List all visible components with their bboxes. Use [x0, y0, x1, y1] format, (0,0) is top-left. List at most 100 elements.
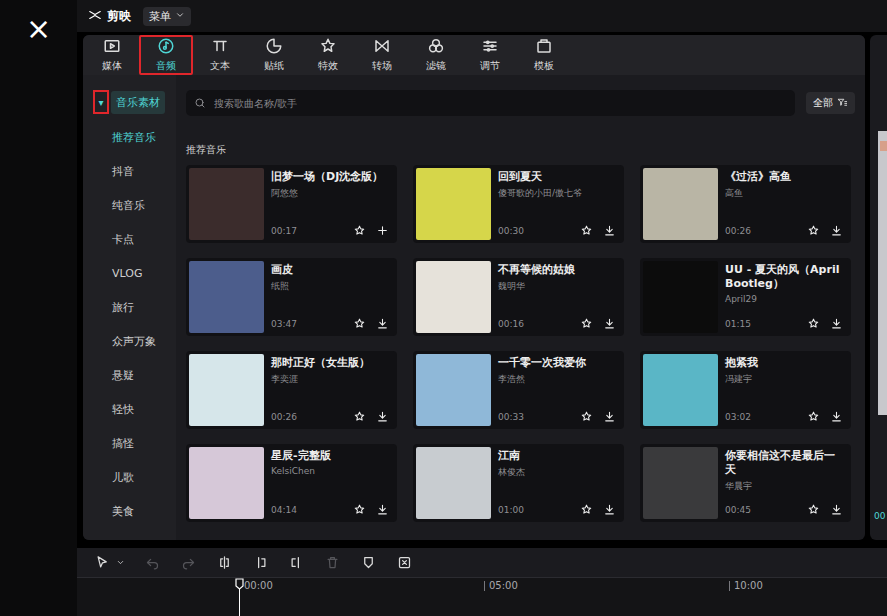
star-icon[interactable] — [805, 501, 822, 518]
delete-icon[interactable] — [323, 554, 341, 572]
download-icon[interactable] — [374, 315, 391, 332]
song-info: 画皮纸照03:47 — [271, 261, 394, 333]
sidebar-item[interactable]: 纯音乐 — [83, 188, 176, 222]
sidebar-item[interactable]: 搞怪 — [83, 426, 176, 460]
sidebar-item-label: 旅行 — [112, 300, 134, 315]
album-cover — [189, 261, 264, 333]
star-icon[interactable] — [351, 501, 368, 518]
download-icon[interactable] — [601, 501, 618, 518]
star-icon[interactable] — [351, 315, 368, 332]
section-title: 推荐音乐 — [186, 143, 855, 157]
song-duration: 00:17 — [271, 226, 345, 236]
song-artist: 李浩然 — [498, 373, 618, 386]
select-icon[interactable] — [93, 554, 111, 572]
song-card[interactable]: 星辰-完整版KelsiChen04:14 — [186, 444, 397, 522]
sidebar-item[interactable]: 推荐音乐 — [83, 120, 176, 154]
search-input[interactable] — [212, 97, 787, 110]
tool-tab[interactable]: 音频 — [139, 35, 193, 75]
tool-tab[interactable]: 滤镜 — [409, 35, 463, 75]
expand-caret[interactable]: ▾ — [93, 90, 109, 114]
song-artist: 阿悠悠 — [271, 187, 391, 200]
sidebar-item[interactable]: VLOG — [83, 256, 176, 290]
playhead-icon[interactable] — [235, 578, 244, 616]
tool-tab[interactable]: 特效 — [301, 35, 355, 75]
song-card[interactable]: 江南林俊杰01:00 — [413, 444, 624, 522]
star-icon[interactable] — [805, 222, 822, 239]
download-icon[interactable] — [374, 501, 391, 518]
star-icon[interactable] — [578, 315, 595, 332]
undo-icon[interactable] — [143, 554, 161, 572]
sidebar-item[interactable]: 抖音 — [83, 154, 176, 188]
song-card[interactable]: 画皮纸照03:47 — [186, 258, 397, 336]
filter-button[interactable]: 全部 — [806, 92, 855, 114]
song-artist: 傻哥歌的小田/傲七爷 — [498, 187, 618, 200]
crop-icon[interactable] — [395, 554, 413, 572]
sidebar-item[interactable]: 悬疑 — [83, 358, 176, 392]
song-card[interactable]: UU - 夏天的风（April Bootleg）April2901:15 — [640, 258, 851, 336]
timeline-toolbar — [77, 548, 887, 578]
sidebar-item-label: 抖音 — [112, 164, 134, 179]
star-icon[interactable] — [578, 501, 595, 518]
redo-icon[interactable] — [179, 554, 197, 572]
tool-tab[interactable]: 贴纸 — [247, 35, 301, 75]
time-ruler[interactable]: 00:0005:0010:00 — [77, 578, 887, 616]
sidebar-item[interactable]: 美食 — [83, 494, 176, 528]
song-footer: 00:16 — [498, 315, 618, 332]
ruler-tick — [484, 581, 485, 591]
download-icon[interactable] — [601, 222, 618, 239]
tool-tab[interactable]: 调节 — [463, 35, 517, 75]
download-icon[interactable] — [828, 222, 845, 239]
tab-label: 滤镜 — [426, 59, 446, 73]
download-icon[interactable] — [601, 315, 618, 332]
close-button[interactable]: × — [26, 12, 51, 46]
effects-icon — [319, 37, 337, 57]
sidebar-header-label[interactable]: 音乐素材 — [111, 91, 165, 114]
workspace: 媒体音频文本 贴纸特效转场滤镜 调节模板 ▾音乐素材推荐音乐抖音纯音乐卡点 VLOG 旅行… — [77, 32, 887, 548]
star-icon[interactable] — [351, 408, 368, 425]
tool-tab[interactable]: 媒体 — [85, 35, 139, 75]
trimright-icon[interactable] — [287, 554, 305, 572]
star-icon[interactable] — [578, 408, 595, 425]
tool-tab[interactable]: 转场 — [355, 35, 409, 75]
sidebar-item-label: 卡点 — [112, 232, 134, 247]
download-icon[interactable] — [828, 408, 845, 425]
star-icon[interactable] — [351, 222, 368, 239]
star-icon[interactable] — [578, 222, 595, 239]
sidebar-item[interactable]: 众声万象 — [83, 324, 176, 358]
download-icon[interactable] — [601, 408, 618, 425]
timeline: 00:0005:0010:00 — [77, 548, 887, 616]
song-card[interactable]: 那时正好（女生版）李奕涯00:26 — [186, 351, 397, 429]
song-title: 星辰-完整版 — [271, 449, 391, 463]
star-icon[interactable] — [805, 408, 822, 425]
sidebar-item[interactable]: 儿歌 — [83, 460, 176, 494]
tool-tab[interactable]: 模板 — [517, 35, 571, 75]
song-card[interactable]: 不再等候的姑娘魏明华00:16 — [413, 258, 624, 336]
sidebar-item[interactable]: 轻快 — [83, 392, 176, 426]
album-cover — [416, 354, 491, 426]
song-card[interactable]: 你要相信这不是最后一天华晨宇00:45 — [640, 444, 851, 522]
chevron-down-icon[interactable] — [115, 554, 125, 572]
download-icon[interactable] — [374, 408, 391, 425]
song-card[interactable]: 《过活》高鱼高鱼00:26 — [640, 165, 851, 243]
sidebar-item[interactable]: 卡点 — [83, 222, 176, 256]
song-card[interactable]: 抱紧我冯建宇03:02 — [640, 351, 851, 429]
song-card[interactable]: 回到夏天傻哥歌的小田/傲七爷00:30 — [413, 165, 624, 243]
tool-tab[interactable]: 文本 — [193, 35, 247, 75]
marker-icon[interactable] — [359, 554, 377, 572]
menu-dropdown[interactable]: 菜单 — [143, 7, 191, 26]
sidebar-item[interactable]: 旅行 — [83, 290, 176, 324]
trimleft-icon[interactable] — [251, 554, 269, 572]
album-cover — [643, 261, 718, 333]
song-artist: 魏明华 — [498, 280, 618, 293]
song-card[interactable]: 旧梦一场（DJ沈念版）阿悠悠00:17 — [186, 165, 397, 243]
tab-label: 文本 — [210, 59, 230, 73]
split-icon[interactable] — [215, 554, 233, 572]
add-icon[interactable] — [374, 222, 391, 239]
star-icon[interactable] — [805, 315, 822, 332]
download-icon[interactable] — [828, 501, 845, 518]
song-title: 一千零一次我爱你 — [498, 356, 618, 370]
search-field[interactable] — [186, 90, 795, 116]
download-icon[interactable] — [828, 315, 845, 332]
album-cover — [416, 168, 491, 240]
song-card[interactable]: 一千零一次我爱你李浩然00:33 — [413, 351, 624, 429]
